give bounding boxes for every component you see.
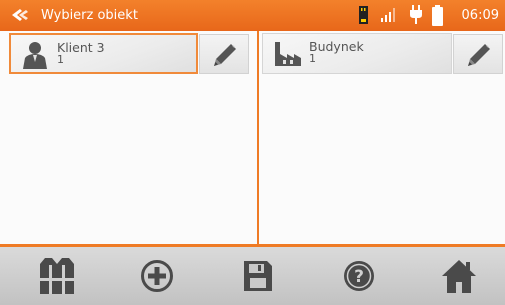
pencil-icon [468,44,490,66]
signal-icon [381,8,395,22]
svg-text:?: ? [354,267,364,287]
client-count: 1 [57,53,64,66]
bottom-toolbar: ? [0,247,505,305]
status-bar: 06:09 [355,0,505,31]
plug-icon [410,5,422,24]
battery-icon [432,5,443,26]
save-button[interactable] [207,247,308,305]
vest-button[interactable] [6,247,107,305]
vest-icon [39,258,74,294]
person-icon [23,42,47,69]
client-name: Klient 3 [57,40,105,55]
back-arrow-icon[interactable] [10,8,30,23]
home-icon [441,260,476,293]
building-count: 1 [309,52,316,65]
memory-card-icon [359,6,368,24]
pencil-icon [214,44,236,66]
clock: 06:09 [461,8,499,23]
factory-icon [275,42,301,66]
help-button[interactable]: ? [308,247,409,305]
building-pane: Budynek 1 [259,31,505,244]
save-icon [243,261,272,291]
add-icon [140,260,173,292]
building-name: Budynek [309,39,364,54]
add-button[interactable] [106,247,207,305]
edit-client-button[interactable] [199,34,249,74]
client-pane: Klient 3 1 [0,31,257,244]
help-icon: ? [343,261,374,291]
client-item[interactable]: Klient 3 1 [9,33,198,74]
top-bar: Wybierz obiekt 06:09 [0,0,505,31]
screen-title: Wybierz obiekt [41,8,138,23]
home-button[interactable] [408,247,505,305]
building-item[interactable]: Budynek 1 [262,33,452,74]
edit-building-button[interactable] [453,34,503,74]
